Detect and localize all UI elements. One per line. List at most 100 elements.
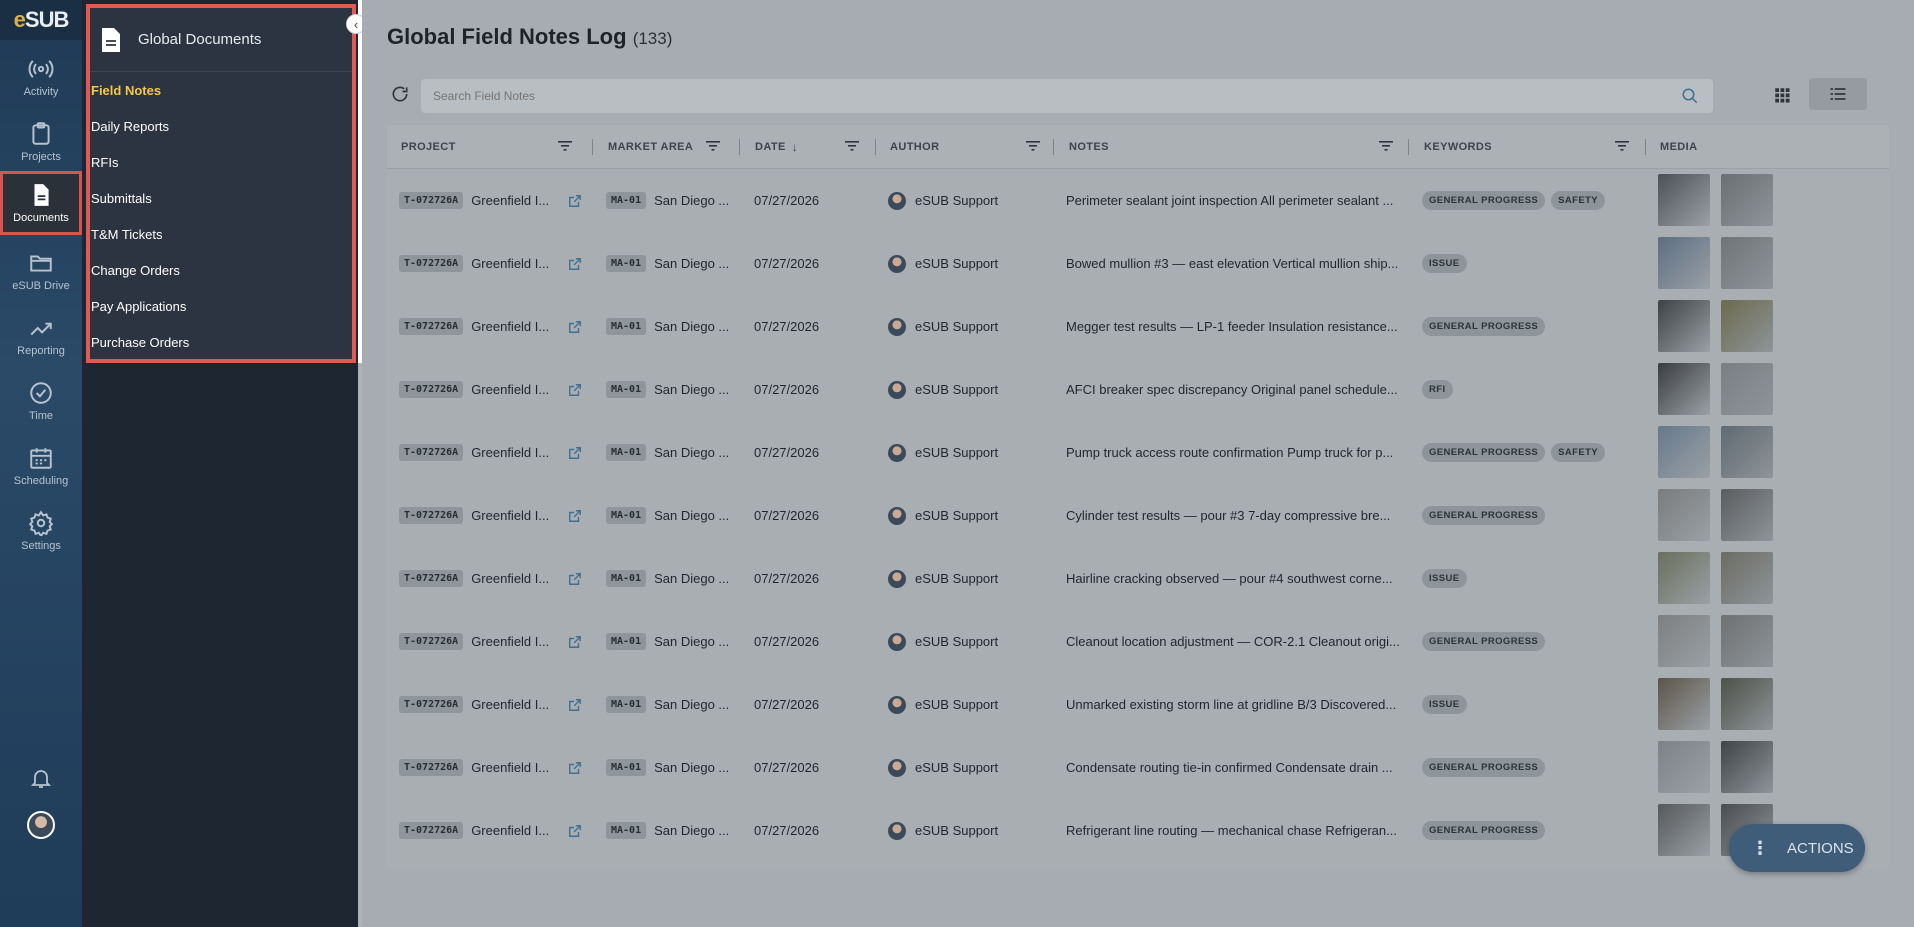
media-thumbnail[interactable] — [1721, 426, 1773, 478]
project-name[interactable]: Greenfield I... — [471, 508, 549, 523]
media-thumbnail[interactable] — [1658, 804, 1710, 856]
external-link-icon[interactable] — [568, 320, 582, 334]
external-link-icon[interactable] — [568, 257, 582, 271]
col-keywords[interactable]: KEYWORDS — [1424, 125, 1492, 169]
table-row[interactable]: T-072726A Greenfield I... MA-01 San Dieg… — [387, 358, 1889, 421]
menu-pay-applications[interactable]: Pay Applications — [90, 288, 352, 324]
external-link-icon[interactable] — [568, 446, 582, 460]
media-thumbnail[interactable] — [1721, 237, 1773, 289]
notes-cell[interactable]: AFCI breaker spec discrepancy Original p… — [1066, 358, 1406, 421]
table-row[interactable]: T-072726A Greenfield I... MA-01 San Dieg… — [387, 169, 1889, 232]
filter-icon[interactable] — [557, 138, 573, 154]
search-icon[interactable] — [1681, 87, 1699, 105]
notes-cell[interactable]: Pump truck access route confirmation Pum… — [1066, 421, 1406, 484]
col-project[interactable]: PROJECT — [401, 125, 456, 169]
list-view-button[interactable] — [1809, 78, 1867, 110]
refresh-icon[interactable] — [390, 84, 410, 104]
nav-time[interactable]: Time — [0, 370, 82, 432]
project-name[interactable]: Greenfield I... — [471, 697, 549, 712]
nav-esub-drive[interactable]: eSUB Drive — [0, 240, 82, 302]
menu-daily-reports[interactable]: Daily Reports — [90, 108, 352, 144]
notes-cell[interactable]: Bowed mullion #3 — east elevation Vertic… — [1066, 232, 1406, 295]
notes-cell[interactable]: Refrigerant line routing — mechanical ch… — [1066, 799, 1406, 862]
search-input[interactable] — [433, 89, 1673, 103]
nav-settings[interactable]: Settings — [0, 500, 82, 562]
project-name[interactable]: Greenfield I... — [471, 319, 549, 334]
menu-field-notes[interactable]: Field Notes — [90, 72, 352, 108]
external-link-icon[interactable] — [568, 761, 582, 775]
project-name[interactable]: Greenfield I... — [471, 823, 549, 838]
menu-tm-tickets[interactable]: T&M Tickets — [90, 216, 352, 252]
project-name[interactable]: Greenfield I... — [471, 382, 549, 397]
notes-cell[interactable]: Megger test results — LP-1 feeder Insula… — [1066, 295, 1406, 358]
project-name[interactable]: Greenfield I... — [471, 256, 549, 271]
col-notes[interactable]: NOTES — [1069, 125, 1109, 169]
external-link-icon[interactable] — [568, 698, 582, 712]
table-row[interactable]: T-072726A Greenfield I... MA-01 San Dieg… — [387, 232, 1889, 295]
notes-cell[interactable]: Unmarked existing storm line at gridline… — [1066, 673, 1406, 736]
filter-icon[interactable] — [844, 138, 860, 154]
filter-icon[interactable] — [1378, 138, 1394, 154]
external-link-icon[interactable] — [568, 572, 582, 586]
project-name[interactable]: Greenfield I... — [471, 634, 549, 649]
project-name[interactable]: Greenfield I... — [471, 193, 549, 208]
table-row[interactable]: T-072726A Greenfield I... MA-01 San Dieg… — [387, 673, 1889, 736]
nav-reporting[interactable]: Reporting — [0, 305, 82, 367]
project-name[interactable]: Greenfield I... — [471, 445, 549, 460]
media-thumbnail[interactable] — [1721, 678, 1773, 730]
menu-change-orders[interactable]: Change Orders — [90, 252, 352, 288]
media-thumbnail[interactable] — [1721, 363, 1773, 415]
notes-cell[interactable]: Condensate routing tie-in confirmed Cond… — [1066, 736, 1406, 799]
media-thumbnail[interactable] — [1658, 237, 1710, 289]
external-link-icon[interactable] — [568, 635, 582, 649]
nav-projects[interactable]: Projects — [0, 111, 82, 173]
nav-documents[interactable]: Documents — [0, 171, 82, 235]
avatar[interactable] — [27, 811, 55, 839]
table-row[interactable]: T-072726A Greenfield I... MA-01 San Dieg… — [387, 484, 1889, 547]
notes-cell[interactable]: Perimeter sealant joint inspection All p… — [1066, 169, 1406, 232]
media-thumbnail[interactable] — [1658, 300, 1710, 352]
media-thumbnail[interactable] — [1658, 174, 1710, 226]
media-thumbnail[interactable] — [1658, 489, 1710, 541]
media-thumbnail[interactable] — [1658, 741, 1710, 793]
col-market-area[interactable]: MARKET AREA — [608, 125, 693, 169]
external-link-icon[interactable] — [568, 509, 582, 523]
grid-view-button[interactable] — [1767, 80, 1797, 110]
media-thumbnail[interactable] — [1658, 363, 1710, 415]
actions-button[interactable]: ⋮ ACTIONS — [1729, 824, 1865, 872]
user-menu[interactable] — [0, 811, 82, 839]
filter-icon[interactable] — [1614, 138, 1630, 154]
col-author[interactable]: AUTHOR — [890, 125, 939, 169]
notes-cell[interactable]: Cleanout location adjustment — COR-2.1 C… — [1066, 610, 1406, 673]
table-row[interactable]: T-072726A Greenfield I... MA-01 San Dieg… — [387, 799, 1889, 862]
menu-rfis[interactable]: RFIs — [90, 144, 352, 180]
project-name[interactable]: Greenfield I... — [471, 571, 549, 586]
external-link-icon[interactable] — [568, 383, 582, 397]
external-link-icon[interactable] — [568, 194, 582, 208]
nav-scheduling[interactable]: Scheduling — [0, 435, 82, 497]
notes-cell[interactable]: Hairline cracking observed — pour #4 sou… — [1066, 547, 1406, 610]
media-thumbnail[interactable] — [1658, 615, 1710, 667]
media-thumbnail[interactable] — [1658, 552, 1710, 604]
media-thumbnail[interactable] — [1721, 174, 1773, 226]
media-thumbnail[interactable] — [1658, 426, 1710, 478]
table-row[interactable]: T-072726A Greenfield I... MA-01 San Dieg… — [387, 295, 1889, 358]
bell-icon[interactable] — [29, 766, 53, 790]
menu-purchase-orders[interactable]: Purchase Orders — [90, 324, 352, 360]
table-row[interactable]: T-072726A Greenfield I... MA-01 San Dieg… — [387, 610, 1889, 673]
filter-icon[interactable] — [705, 138, 721, 154]
media-thumbnail[interactable] — [1721, 489, 1773, 541]
media-thumbnail[interactable] — [1658, 678, 1710, 730]
project-name[interactable]: Greenfield I... — [471, 760, 549, 775]
media-thumbnail[interactable] — [1721, 300, 1773, 352]
table-row[interactable]: T-072726A Greenfield I... MA-01 San Dieg… — [387, 421, 1889, 484]
esub-logo[interactable]: e SUB — [0, 0, 82, 40]
menu-submittals[interactable]: Submittals — [90, 180, 352, 216]
media-thumbnail[interactable] — [1721, 741, 1773, 793]
media-thumbnail[interactable] — [1721, 552, 1773, 604]
external-link-icon[interactable] — [568, 824, 582, 838]
media-thumbnail[interactable] — [1721, 615, 1773, 667]
filter-icon[interactable] — [1025, 138, 1041, 154]
col-date[interactable]: DATE ↓ — [755, 125, 798, 169]
nav-activity[interactable]: Activity — [0, 46, 82, 108]
